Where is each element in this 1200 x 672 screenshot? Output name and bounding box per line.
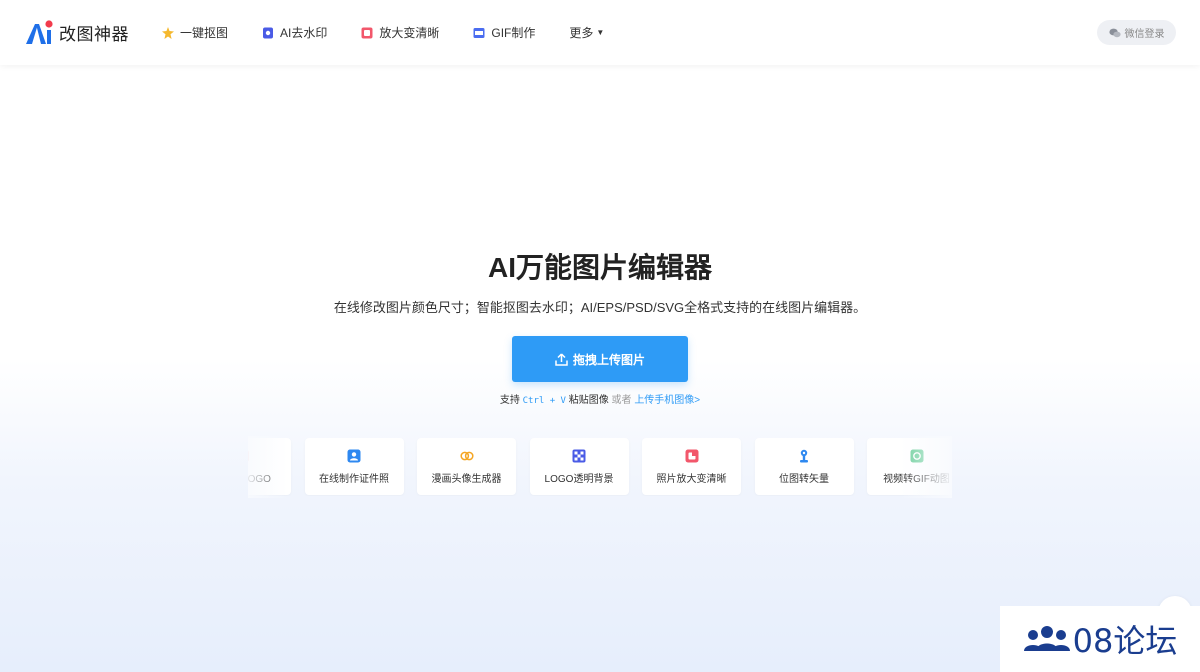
upload-from-phone-link[interactable]: 上传手机图像> bbox=[634, 395, 700, 406]
tool-label: LOGO透明背景 bbox=[544, 473, 614, 485]
top-header: 改图神器 一键抠图 AI去水印 放大变清晰 GIF制作 更多 ▼ 微信登录 bbox=[0, 0, 1200, 65]
nav-label: 放大变清晰 bbox=[379, 26, 440, 40]
page-title: AI万能图片编辑器 bbox=[487, 252, 712, 283]
chevron-down-icon: ▼ bbox=[596, 28, 605, 37]
cartoon-icon bbox=[459, 451, 474, 460]
logo-text: 改图神器 bbox=[59, 24, 129, 44]
hint-or: 或者 bbox=[611, 395, 632, 406]
tool-card-photo-enlarge[interactable]: 照片放大变清晰 bbox=[642, 438, 741, 495]
main-nav: 一键抠图 AI去水印 放大变清晰 GIF制作 更多 ▼ bbox=[162, 0, 638, 65]
tools-carousel: 去水印LOGO 在线制作证件照 漫画头像生成器 bbox=[248, 438, 952, 496]
tool-card-remove-logo[interactable]: 去水印LOGO bbox=[248, 438, 291, 495]
tool-card-logo-transparent[interactable]: LOGO透明背景 bbox=[529, 438, 629, 495]
plus-square-icon bbox=[248, 449, 249, 463]
vector-icon bbox=[800, 449, 808, 462]
nav-item-gif[interactable]: GIF制作 bbox=[473, 24, 535, 41]
nav-item-remove-watermark[interactable]: AI去水印 bbox=[262, 24, 327, 41]
upload-label: 拖拽上传图片 bbox=[572, 352, 645, 367]
logo-icon bbox=[26, 20, 53, 44]
tool-label: 视频转GIF动图 bbox=[883, 473, 950, 485]
tool-label: 照片放大变清晰 bbox=[656, 473, 727, 485]
hint-middle: 粘贴图像 bbox=[568, 395, 609, 406]
tool-card-video-to-gif[interactable]: 视频转GIF动图 bbox=[867, 438, 952, 495]
enlarge-icon bbox=[685, 449, 698, 462]
nav-label: AI去水印 bbox=[280, 26, 328, 40]
tool-label: 位图转矢量 bbox=[779, 473, 829, 485]
community-icon bbox=[1023, 626, 1070, 651]
tools-track: 去水印LOGO 在线制作证件照 漫画头像生成器 bbox=[248, 438, 952, 495]
nav-label: 更多 bbox=[569, 26, 594, 40]
gif-icon bbox=[473, 27, 485, 38]
transparent-icon bbox=[572, 449, 586, 462]
login-label: 微信登录 bbox=[1124, 29, 1165, 40]
video-gif-icon bbox=[910, 449, 923, 462]
site-logo[interactable]: 改图神器 bbox=[24, 18, 129, 46]
magic-wand-icon bbox=[162, 26, 174, 39]
paste-hint: 支持 Ctrl + V 粘贴图像 或者 上传手机图像> bbox=[0, 391, 1200, 406]
tool-card-id-photo[interactable]: 在线制作证件照 bbox=[304, 438, 404, 495]
upload-icon bbox=[555, 352, 568, 366]
wechat-login-button[interactable]: 微信登录 bbox=[1097, 20, 1176, 45]
site-watermark: 08论坛 bbox=[1000, 606, 1200, 672]
hint-prefix: 支持 bbox=[499, 395, 520, 406]
enlarge-icon bbox=[361, 27, 373, 38]
id-photo-icon bbox=[347, 449, 361, 462]
tool-card-cartoon-avatar[interactable]: 漫画头像生成器 bbox=[417, 438, 516, 495]
upload-image-button[interactable]: 拖拽上传图片 bbox=[512, 336, 688, 382]
nav-item-cutout[interactable]: 一键抠图 bbox=[162, 24, 228, 41]
tool-label: 在线制作证件照 bbox=[319, 473, 389, 485]
shortcut-kbd: Ctrl + V bbox=[522, 396, 566, 406]
nav-label: 一键抠图 bbox=[180, 26, 229, 40]
nav-label: GIF制作 bbox=[491, 26, 536, 40]
wechat-icon bbox=[1108, 28, 1121, 37]
tool-label: 漫画头像生成器 bbox=[431, 473, 502, 485]
page-subtitle: 在线修改图片颜色尺寸；智能抠图去水印；AI/EPS/PSD/SVG全格式支持的在… bbox=[333, 300, 867, 315]
tool-label: 去水印LOGO bbox=[248, 473, 271, 485]
tool-card-bitmap-to-vector[interactable]: 位图转矢量 bbox=[754, 438, 854, 495]
nav-item-more[interactable]: 更多 ▼ bbox=[569, 24, 604, 41]
nav-item-enlarge[interactable]: 放大变清晰 bbox=[361, 24, 439, 41]
watermark-icon bbox=[263, 27, 274, 38]
watermark-text: 08论坛 bbox=[1072, 622, 1178, 660]
